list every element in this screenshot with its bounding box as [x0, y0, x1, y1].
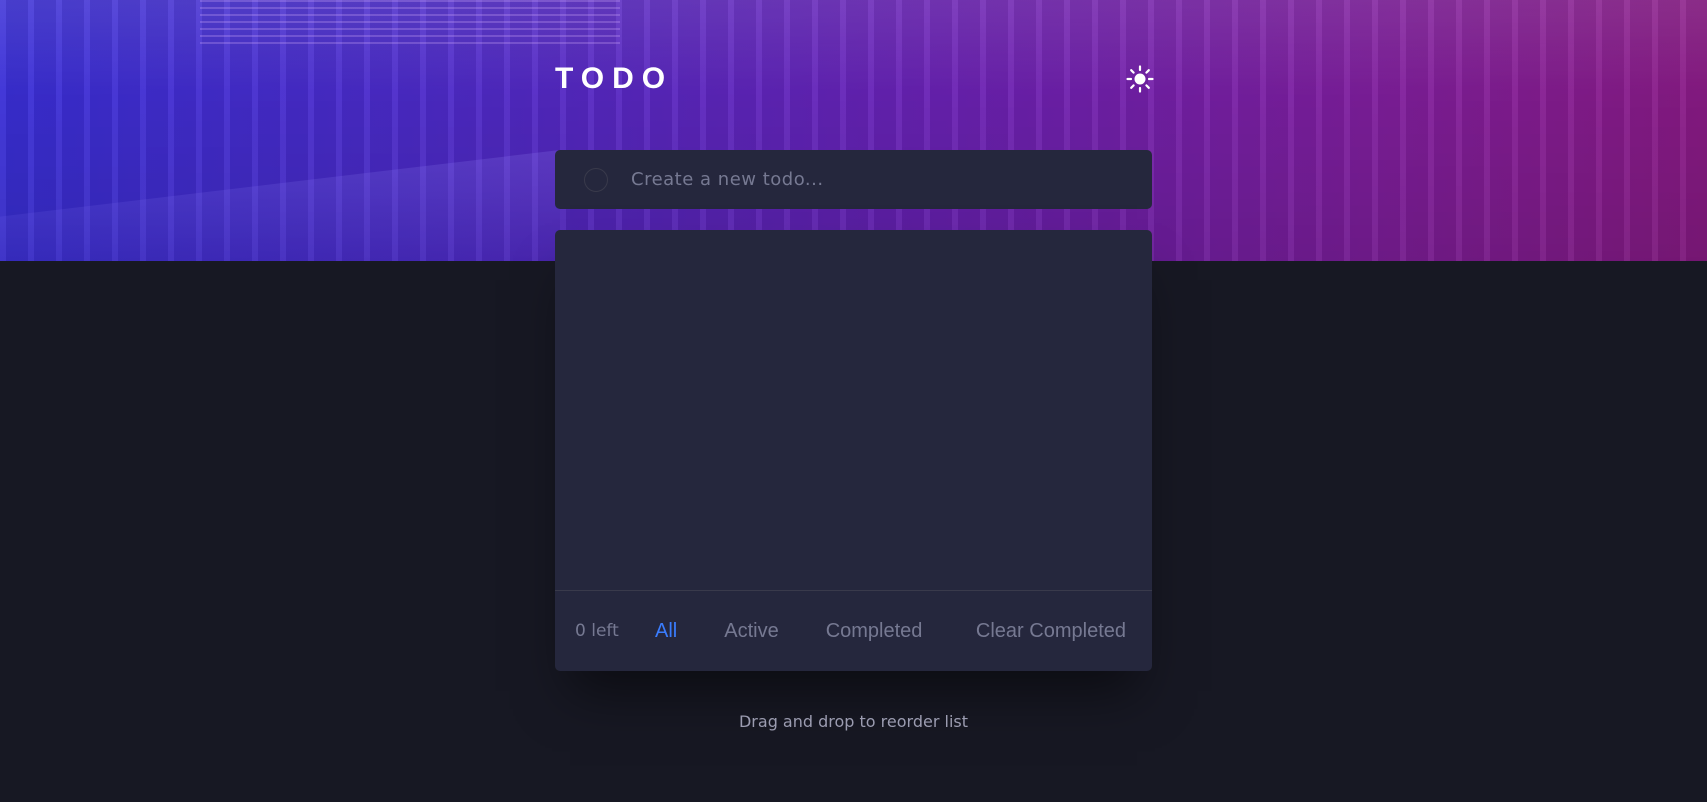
new-todo-input[interactable] [629, 168, 1152, 191]
todo-list [555, 230, 1152, 590]
app-title: TODO [555, 62, 674, 95]
todo-list-card: 0 left All Active Completed Clear Comple… [555, 230, 1152, 671]
sun-icon [1126, 65, 1154, 93]
filter-all[interactable]: All [655, 620, 677, 643]
filter-completed[interactable]: Completed [826, 620, 923, 643]
hero-background-image [0, 0, 1707, 261]
new-todo-bar [555, 150, 1152, 209]
clear-completed-button[interactable]: Clear Completed [976, 620, 1126, 643]
filter-group: All Active Completed [655, 620, 969, 643]
theme-toggle-button[interactable] [1122, 61, 1158, 97]
reorder-hint: Drag and drop to reorder list [738, 712, 968, 731]
items-left-count: 0 left [575, 621, 619, 641]
app-header: TODO [555, 55, 1154, 103]
filter-active[interactable]: Active [724, 620, 778, 643]
hero-ceiling-lights [200, 0, 620, 45]
new-todo-checkbox[interactable] [584, 167, 608, 192]
list-footer: 0 left All Active Completed Clear Comple… [555, 590, 1152, 671]
